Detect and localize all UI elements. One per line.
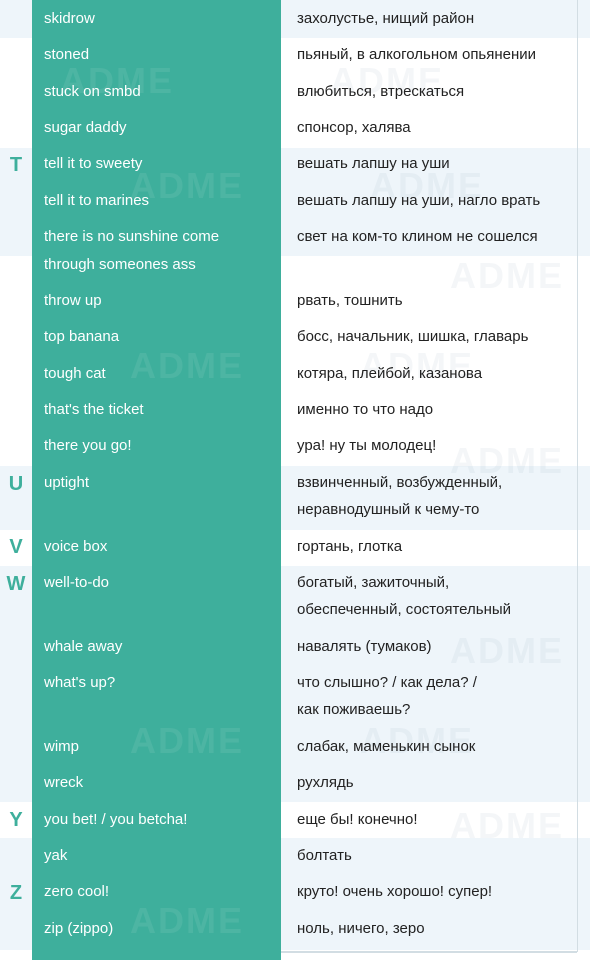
entry-english: zero cool! [44,883,110,900]
card-edge [281,951,577,953]
entry-russian: рухлядь [297,774,354,791]
entry-english: wreck [44,774,84,791]
section-letter-t: T [9,154,23,176]
entry-english: there is no sunshine come [44,228,220,245]
dictionary-sheet: ADME ADME ADME ADME ADME ADME ADME ADME … [0,0,590,960]
entry-english: wimp [44,738,80,755]
entry-english: uptight [44,474,90,491]
section-letter-v: V [9,536,23,558]
entry-russian: босс, начальник, шишка, главарь [297,328,529,345]
entry-russian: богатый, зажиточный, [297,574,450,591]
entry-russian: пьяный, в алкогольном опьянении [297,46,537,63]
entry-english: sugar daddy [44,119,127,136]
section-letter-y: Y [9,809,23,831]
entry-english: well-to-do [44,574,110,591]
entry-english: stoned [44,46,90,63]
entry-russian: слабак, маменькин сынок [297,738,476,755]
entry-russian: свет на ком-то клином не сошелся [297,228,538,245]
entry-english: there you go! [44,437,132,454]
entry-russian: как поживаешь? [297,701,411,718]
entry-english: zip (zippo) [44,920,114,937]
entry-russian: котяра, плейбой, казанова [297,365,483,382]
entry-russian: вешать лапшу на уши [297,155,450,172]
entry-english: tell it to sweety [44,155,143,172]
entry-english: stuck on smbd [44,83,141,100]
entry-russian: неравнодушный к чему-то [297,501,480,518]
entry-russian: спонсор, халява [297,119,411,136]
card-edge [577,0,578,952]
section-letter-u: U [8,473,24,495]
entry-english: top banana [44,328,120,345]
entry-russian: вешать лапшу на уши, нагло врать [297,192,541,209]
entry-russian: влюбиться, втрескаться [297,83,465,100]
entry-russian: взвинченный, возбужденный, [297,474,503,491]
section-letter-z: Z [9,882,23,904]
entry-english: whale away [44,638,123,655]
entry-english: what's up? [44,674,116,691]
entry-russian: ура! ну ты молодец! [297,437,437,454]
entry-russian: круто! очень хорошо! супер! [297,883,493,900]
entry-russian: захолустье, нищий район [297,10,475,27]
entry-english: skidrow [44,10,95,27]
entry-russian: болтать [297,847,352,864]
entry-russian: обеспеченный, состоятельный [297,601,512,618]
entry-english: through someones ass [44,256,196,273]
entry-russian: рвать, тошнить [297,292,403,309]
entry-russian: навалять (тумаков) [297,638,432,655]
entry-russian: ноль, ничего, зеро [297,920,425,937]
entry-russian: гортань, глотка [297,538,403,555]
entry-english: throw up [44,292,102,309]
entry-russian: что слышно? / как дела? / [297,674,477,691]
entry-english: you bet! / you betcha! [44,811,188,828]
entry-russian: еще бы! конечно! [297,811,418,828]
entry-english: that's the ticket [44,401,144,418]
entry-english: yak [44,847,68,864]
entry-english: voice box [44,538,108,555]
entry-russian: именно то что надо [297,401,434,418]
section-letter-w: W [6,573,26,595]
entry-english: tell it to marines [44,192,150,209]
entry-english: tough cat [44,365,106,382]
